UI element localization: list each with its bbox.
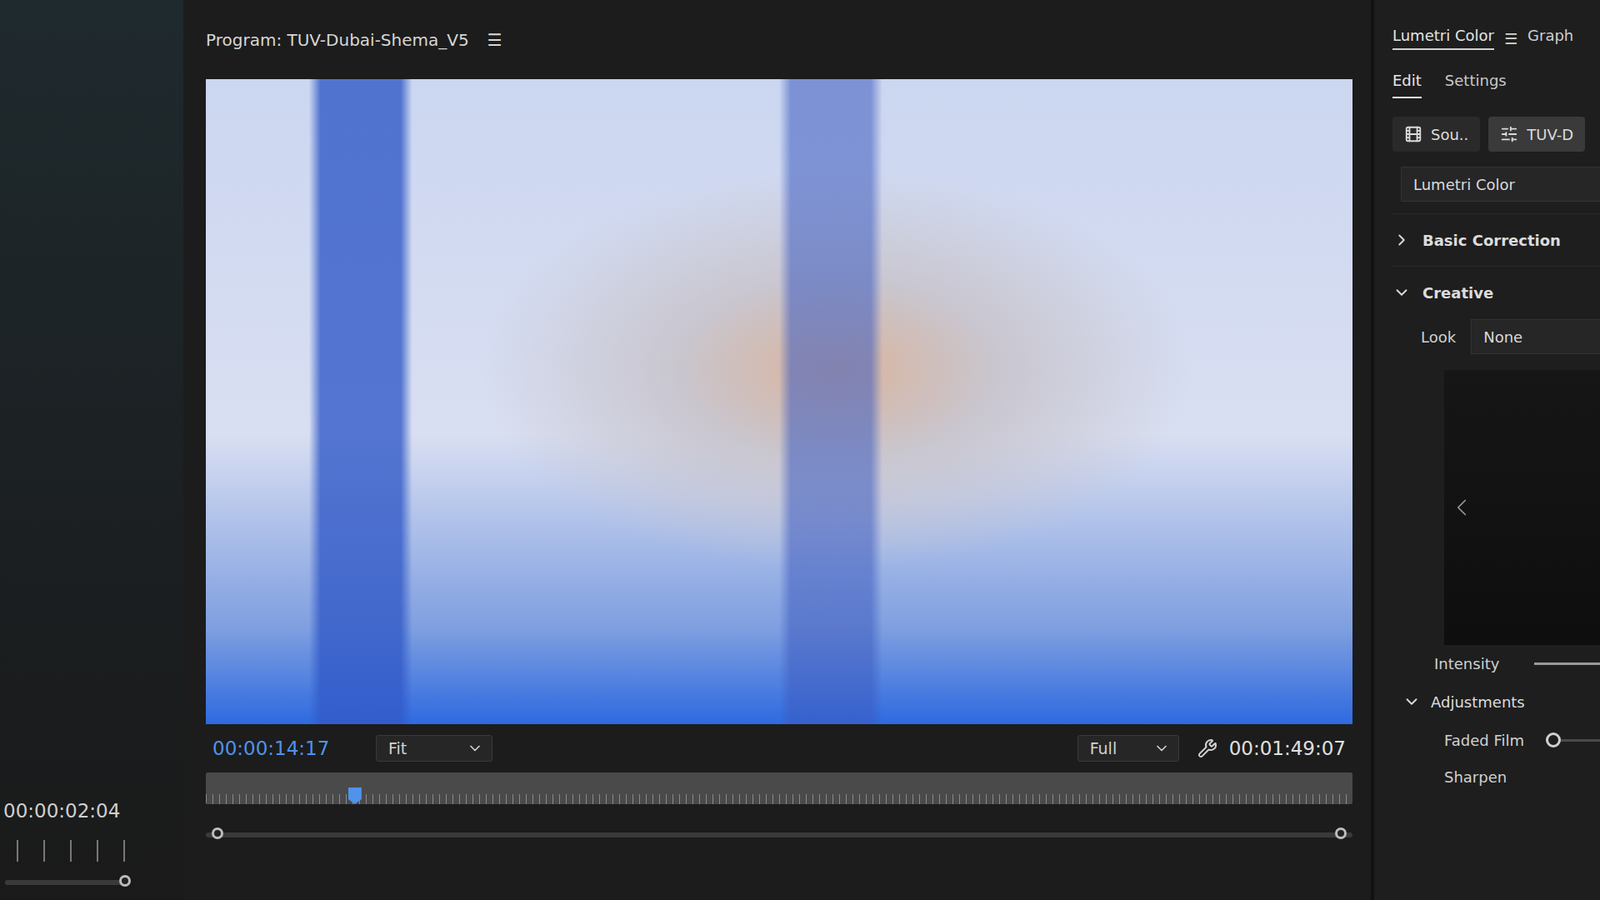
duration-timecode: 00:01:49:07 (1229, 737, 1346, 760)
lumetri-tab[interactable]: Edit (1392, 71, 1422, 99)
playhead[interactable] (348, 787, 362, 805)
monitor-menu[interactable]: ☰ (487, 30, 503, 50)
adjustment-row: Faded Film (1444, 721, 1600, 759)
effect-dropdown[interactable]: Lumetri Color (1400, 166, 1600, 202)
film-icon (1404, 125, 1423, 144)
look-row: Look None (1420, 318, 1600, 355)
monitor-zoom-bar[interactable] (205, 832, 1353, 838)
chevron-right-icon (1392, 230, 1411, 250)
look-dropdown[interactable]: None (1470, 319, 1600, 355)
chevron-down-icon (1153, 740, 1170, 757)
monitor-controls: 00:00:14:17Fit Full 00:01:49:07 (205, 724, 1353, 773)
scrubber[interactable] (205, 772, 1353, 805)
adjustment-label: Sharpen (1444, 768, 1507, 786)
clip-button[interactable]: Sou.. (1392, 116, 1480, 152)
lumetri-tabs: Edit Settings (1392, 71, 1600, 99)
look-label: Look (1420, 328, 1456, 346)
adjustments-header[interactable]: Adjustments (1402, 681, 1600, 722)
previous-arrow-icon[interactable] (1447, 493, 1476, 522)
zoom-dropdown[interactable]: Fit (375, 735, 493, 762)
panel-tab[interactable]: Graph (1527, 26, 1574, 50)
chevron-down-icon (1392, 283, 1411, 302)
chevron-down-icon (1402, 692, 1421, 711)
chevron-down-icon (466, 740, 484, 757)
section-header[interactable]: Basic Correction (1392, 213, 1600, 266)
monitor-header: Program: TUV-Dubai-Shema_V5 ☰ (205, 0, 1353, 80)
panel-menu[interactable]: ☰ (1504, 30, 1518, 48)
source-timecode: 00:00:02:04 (0, 800, 184, 822)
zoom-handle[interactable] (119, 875, 131, 887)
current-timecode[interactable]: 00:00:14:17 (212, 737, 376, 760)
look-preview (1444, 370, 1600, 645)
source-zoom-bar[interactable] (5, 880, 125, 885)
intensity-label: Intensity (1434, 655, 1500, 673)
adjustment-label: Faded Film (1444, 731, 1525, 750)
intensity-row: Intensity (1434, 645, 1600, 682)
monitor-title: Program: TUV-Dubai-Shema_V5 (205, 30, 470, 50)
slider-knob[interactable] (1545, 732, 1561, 748)
adjustment-row: Sharpen (1444, 758, 1600, 795)
intensity-slider[interactable] (1534, 662, 1600, 665)
panel-tab[interactable]: Lumetri Color (1392, 26, 1495, 50)
clip-button[interactable]: TUV-D (1488, 116, 1585, 152)
adjustment-slider[interactable] (1545, 739, 1600, 742)
program-monitor: Program: TUV-Dubai-Shema_V5☰00:00:14:17F… (183, 0, 1371, 900)
clip-buttons: Sou..TUV-D (1392, 116, 1600, 152)
panel-tabs: Lumetri Color ☰ Graph (1392, 21, 1600, 55)
resolution-dropdown[interactable]: Full (1077, 735, 1180, 762)
video-frame (205, 79, 1353, 725)
zoom-handle[interactable] (211, 827, 224, 840)
sliders-icon (1500, 125, 1519, 144)
section-header[interactable]: Creative (1392, 265, 1600, 319)
lumetri-tab[interactable]: Settings (1445, 71, 1507, 99)
zoom-handle[interactable] (1335, 827, 1347, 840)
premiere-window: 00:00:02:04 Program: TUV-Dubai-Shema_V5 ☰ 0… (0, 0, 1600, 900)
wrench-icon[interactable] (1197, 738, 1218, 759)
lumetri-panel: Lumetri Color ☰ Graph Edit Settings Sou..TUV-… (1370, 0, 1600, 900)
source-ruler (16, 840, 134, 862)
source-panel: 00:00:02:04 (0, 0, 184, 900)
